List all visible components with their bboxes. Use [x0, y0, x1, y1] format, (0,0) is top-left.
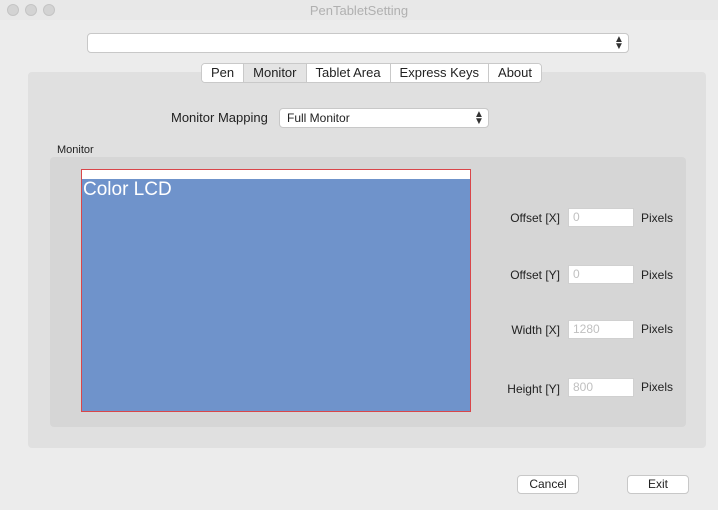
width-x-input[interactable]: 1280 — [568, 320, 634, 339]
monitor-mapping-label: Monitor Mapping — [171, 110, 268, 125]
height-y-input[interactable]: 800 — [568, 378, 634, 397]
tab-pen[interactable]: Pen — [202, 64, 245, 82]
tab-about[interactable]: About — [489, 64, 542, 82]
monitor-name: Color LCD — [83, 179, 172, 200]
offset-x-input[interactable]: 0 — [568, 208, 634, 227]
offset-x-unit: Pixels — [641, 211, 674, 225]
height-y-unit: Pixels — [641, 380, 674, 394]
width-x-label: Width [X] — [511, 323, 560, 337]
offset-y-input[interactable]: 0 — [568, 265, 634, 284]
tab-tablet-area[interactable]: Tablet Area — [306, 64, 391, 82]
offset-y-label: Offset [Y] — [510, 268, 560, 282]
window-title: PenTabletSetting — [309, 3, 409, 18]
monitor-mapping-value: Full Monitor — [287, 111, 350, 125]
cancel-button[interactable]: Cancel — [517, 475, 579, 494]
offset-y-unit: Pixels — [641, 268, 674, 282]
title-bar: PenTabletSetting — [0, 0, 718, 20]
height-y-label: Height [Y] — [507, 382, 560, 396]
exit-button[interactable]: Exit — [627, 475, 689, 494]
monitor-preview[interactable]: Color LCD — [81, 169, 471, 412]
tab-monitor[interactable]: Monitor — [244, 64, 307, 82]
up-down-chevron-icon: ▲ ▼ — [474, 109, 484, 127]
tab-bar: Pen Monitor Tablet Area Express Keys Abo… — [201, 63, 543, 83]
monitor-group-label: Monitor — [57, 144, 94, 156]
width-x-unit: Pixels — [641, 322, 674, 336]
monitor-mapping-select[interactable]: Full Monitor ▲ ▼ — [279, 108, 489, 128]
up-down-chevron-icon: ▲ ▼ — [614, 34, 624, 52]
device-select[interactable]: ▲ ▼ — [87, 33, 629, 53]
offset-x-label: Offset [X] — [510, 211, 560, 225]
tab-express-keys[interactable]: Express Keys — [390, 64, 490, 82]
monitor-screen-area: Color LCD — [82, 179, 470, 411]
